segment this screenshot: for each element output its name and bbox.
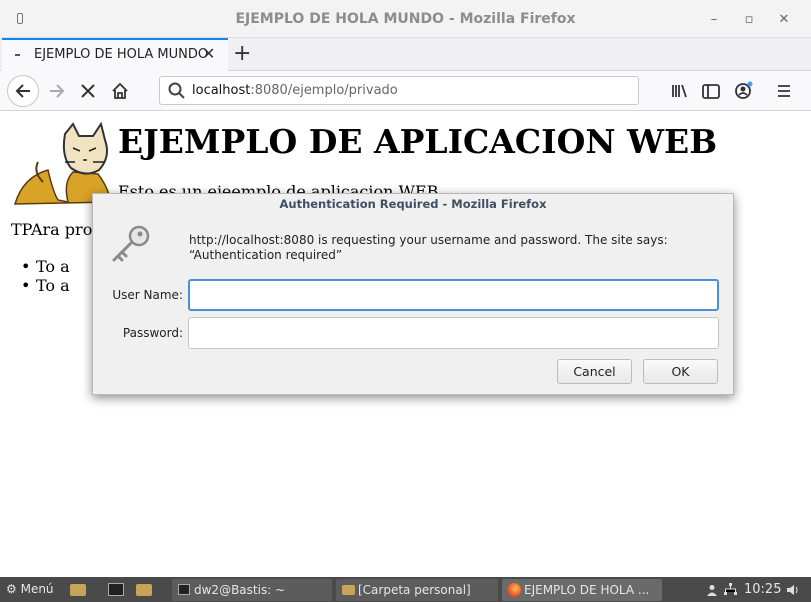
tab-ejemplo[interactable]: EJEMPLO DE HOLA MUNDO ✕ xyxy=(2,38,228,71)
tab-loading-icon xyxy=(15,54,20,56)
folder-icon xyxy=(136,584,152,596)
menu-button[interactable] xyxy=(768,75,800,107)
password-label: Password: xyxy=(122,326,183,340)
launcher-terminal[interactable] xyxy=(108,577,126,602)
task-label: dw2@Bastis: ~ xyxy=(194,583,286,597)
account-icon xyxy=(735,81,753,99)
back-arrow-icon xyxy=(15,84,30,98)
firefox-icon xyxy=(507,583,521,597)
new-tab-button[interactable]: + xyxy=(233,41,251,66)
back-button[interactable] xyxy=(7,75,39,107)
taskbar: ⚙ Menú dw2@Bastis: ~ [Carpeta personal] … xyxy=(0,577,811,602)
start-menu-button[interactable]: ⚙ Menú xyxy=(6,577,54,602)
page-heading: EJEMPLO DE APLICACION WEB xyxy=(118,122,718,161)
stop-icon xyxy=(81,84,95,98)
library-icon xyxy=(672,84,687,98)
library-button[interactable] xyxy=(664,75,696,107)
terminal-icon xyxy=(178,584,190,595)
forward-arrow-icon xyxy=(50,84,65,98)
key-icon xyxy=(112,225,150,262)
terminal-icon xyxy=(108,583,124,596)
folder-icon xyxy=(342,585,355,595)
network-status-icon xyxy=(724,583,737,595)
gear-icon: ⚙ xyxy=(6,582,17,596)
search-icon xyxy=(168,82,185,99)
url-text: localhost:8080/ejemplo/privado xyxy=(192,83,398,98)
tab-strip: EJEMPLO DE HOLA MUNDO ✕ + xyxy=(0,38,811,71)
list-item[interactable]: To a xyxy=(21,276,70,295)
home-button[interactable] xyxy=(104,75,136,107)
start-menu-label: Menú xyxy=(20,582,54,596)
tab-close-button[interactable]: ✕ xyxy=(202,44,215,63)
url-host: localhost xyxy=(192,83,251,98)
url-path: :8080/ejemplo/privado xyxy=(250,83,398,98)
launcher-files[interactable] xyxy=(136,577,154,602)
list-item[interactable]: To a xyxy=(21,257,70,276)
clock[interactable]: 10:25 xyxy=(744,577,781,602)
hamburger-menu-icon xyxy=(778,85,790,97)
dialog-message: http://localhost:8080 is requesting your… xyxy=(189,233,668,262)
sidebar-button[interactable] xyxy=(695,75,727,107)
page-paragraph: TPAra pro xyxy=(11,220,93,239)
ok-button[interactable]: OK xyxy=(643,359,718,384)
user-status-icon xyxy=(707,584,717,596)
dialog-title: Authentication Required - Mozilla Firefo… xyxy=(279,197,547,211)
auth-dialog: Authentication Required - Mozilla Firefo… xyxy=(92,193,734,395)
username-field[interactable] xyxy=(188,279,719,311)
user-icon[interactable] xyxy=(706,577,718,602)
volume-icon[interactable] xyxy=(786,577,800,602)
launcher-file-manager[interactable] xyxy=(70,577,88,602)
task-folder[interactable]: [Carpeta personal] xyxy=(336,579,498,601)
window-titlebar: EJEMPLO DE HOLA MUNDO - Mozilla Firefox … xyxy=(0,0,811,38)
url-bar[interactable]: localhost:8080/ejemplo/privado xyxy=(159,76,639,105)
close-window-button[interactable]: ✕ xyxy=(774,10,794,30)
home-icon xyxy=(112,82,128,99)
maximize-button[interactable]: ▫ xyxy=(739,10,759,30)
tab-label: EJEMPLO DE HOLA MUNDO xyxy=(34,47,209,62)
task-label: [Carpeta personal] xyxy=(358,583,471,597)
speaker-icon xyxy=(787,584,798,595)
task-terminal[interactable]: dw2@Bastis: ~ xyxy=(172,579,332,601)
sidebar-icon xyxy=(702,84,720,99)
folder-icon xyxy=(70,584,86,596)
password-field[interactable] xyxy=(188,317,719,349)
navigation-toolbar: localhost:8080/ejemplo/privado xyxy=(0,71,811,111)
forward-button[interactable] xyxy=(41,75,73,107)
cancel-button[interactable]: Cancel xyxy=(557,359,632,384)
task-label: EJEMPLO DE HOLA ... xyxy=(524,583,650,597)
network-icon[interactable] xyxy=(724,577,737,602)
window-title: EJEMPLO DE HOLA MUNDO - Mozilla Firefox xyxy=(235,11,576,27)
account-button[interactable] xyxy=(727,75,759,107)
task-firefox[interactable]: EJEMPLO DE HOLA ... xyxy=(502,579,662,601)
username-label: User Name: xyxy=(112,288,183,302)
minimize-button[interactable]: – xyxy=(704,10,724,30)
stop-button[interactable] xyxy=(72,75,104,107)
